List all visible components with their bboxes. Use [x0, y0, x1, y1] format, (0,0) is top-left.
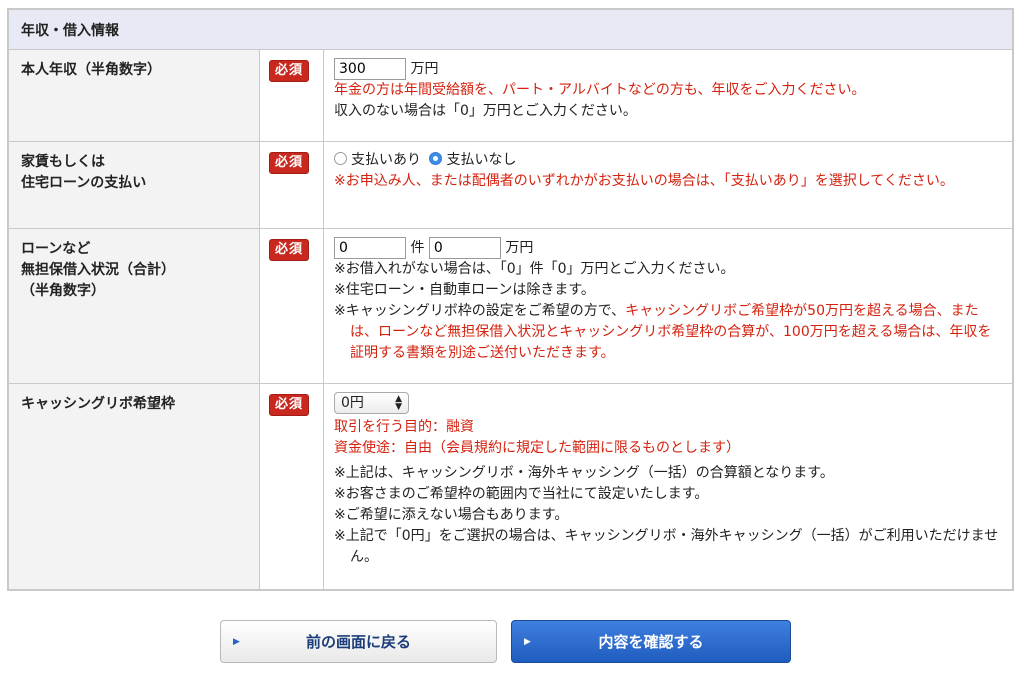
chevron-right-icon: ▶ [524, 636, 531, 647]
annual-income-note-red: 年金の方は年間受給額を、パート・アルバイトなどの方も、年収をご入力ください。 [334, 82, 866, 98]
cashing-note-1: ※上記は、キャッシングリボ・海外キャッシング（一括）の合算額となります。 [334, 465, 834, 481]
annual-income-note: 収入のない場合は「0」万円とご入力ください。 [334, 103, 637, 119]
loans-note-2: ※住宅ローン・自動車ローンは除きます。 [334, 282, 595, 298]
required-badge: 必須 [269, 239, 310, 261]
back-button[interactable]: ▶ 前の画面に戻る [220, 620, 497, 663]
loan-amount-input[interactable] [428, 237, 501, 259]
annual-income-input[interactable] [334, 58, 406, 80]
loans-label: ローンなど 無担保借入状況（合計） （半角数字） [9, 229, 260, 383]
chevron-right-icon: ▶ [233, 636, 240, 647]
cashing-usage: 資金使途：自由（会員規約に規定した範囲に限るものとします） [334, 440, 740, 456]
cashing-note-2: ※お客さまのご希望枠の範囲内で当社にて設定いたします。 [334, 486, 709, 502]
required-badge: 必須 [269, 60, 310, 82]
radio-unchecked-icon[interactable] [334, 152, 347, 165]
confirm-button-label: 内容を確認する [598, 633, 704, 651]
cashing-row: キャッシングリボ希望枠 必須 0円 ▲ ▼ 取引を行う目的：融資 資金使途：自由（… [9, 384, 1012, 589]
confirm-button[interactable]: ▶ 内容を確認する [511, 620, 791, 663]
annual-income-label: 本人年収（半角数字） [9, 50, 260, 141]
loan-amount-unit: 万円 [505, 240, 534, 256]
cashing-note-4: ※上記で「0円」をご選択の場合は、キャッシングリボ・海外キャッシング（一括）がご… [334, 528, 999, 565]
required-badge: 必須 [269, 152, 310, 174]
loan-count-input[interactable] [334, 237, 406, 259]
cashing-note-3: ※ご希望に添えない場合もあります。 [334, 507, 569, 523]
back-button-label: 前の画面に戻る [305, 633, 411, 651]
rent-option-no[interactable]: 支払いなし [429, 152, 516, 168]
income-loan-form: 年収・借入情報 本人年収（半角数字） 必須 万円 年金の方は年間受給額を、パート… [7, 8, 1014, 591]
rent-row: 家賃もしくは 住宅ローンの支払い 必須 支払いあり 支払いなし ※お申込み人、ま… [9, 142, 1012, 229]
annual-income-unit: 万円 [410, 61, 439, 77]
loan-count-unit: 件 [410, 240, 425, 256]
rent-note-red: ※お申込み人、または配偶者のいずれかがお支払いの場合は、「支払いあり」を選択して… [334, 173, 954, 189]
radio-checked-icon[interactable] [429, 152, 443, 165]
cashing-limit-select[interactable]: 0円 ▲ ▼ [334, 392, 409, 414]
required-badge: 必須 [269, 394, 310, 416]
rent-option-yes[interactable]: 支払いあり [334, 152, 421, 168]
loans-note-3: ※キャッシングリボ枠の設定をご希望の方で、キャッシングリボご希望枠が50万円を超… [334, 303, 992, 361]
rent-label: 家賃もしくは 住宅ローンの支払い [9, 142, 260, 228]
section-title: 年収・借入情報 [9, 10, 1012, 50]
cashing-label: キャッシングリボ希望枠 [9, 384, 260, 589]
cashing-purpose: 取引を行う目的：融資 [334, 419, 474, 435]
loans-note-1: ※お借入れがない場合は、「0」件「0」万円とご入力ください。 [334, 261, 735, 277]
annual-income-row: 本人年収（半角数字） 必須 万円 年金の方は年間受給額を、パート・アルバイトなど… [9, 50, 1012, 142]
select-arrows-icon: ▲ ▼ [395, 394, 402, 412]
loans-row: ローンなど 無担保借入状況（合計） （半角数字） 必須 件 万円 ※お借入れがな… [9, 229, 1012, 384]
